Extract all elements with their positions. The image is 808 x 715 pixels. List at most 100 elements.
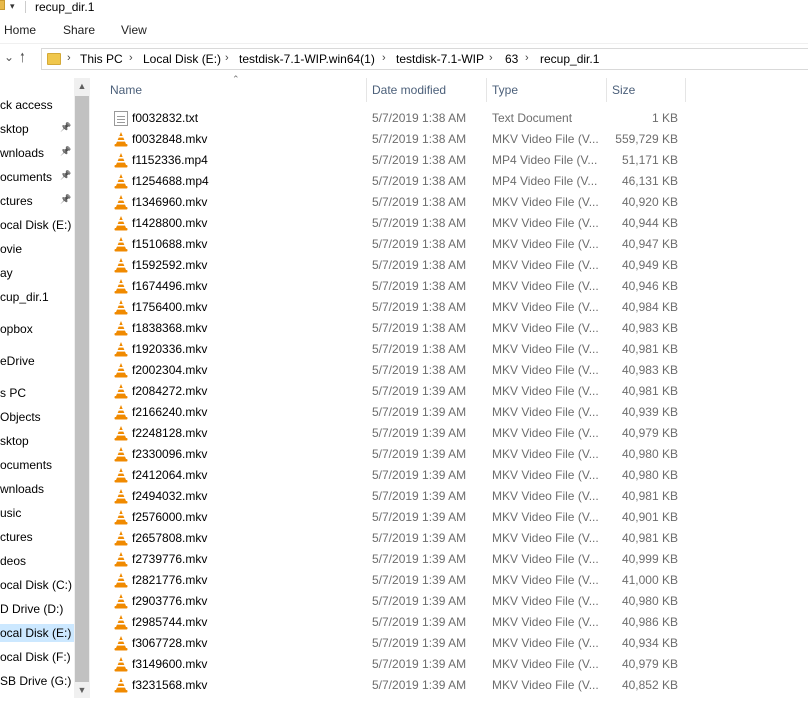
tab-share[interactable]: Share [63,23,95,37]
chevron-right-icon[interactable]: › [525,52,529,64]
pin-icon[interactable]: 📌 [60,194,71,205]
table-row[interactable]: f2084272.mkv 5/7/2019 1:39 AM MKV Video Fi… [110,381,690,402]
table-row[interactable]: f2002304.mkv 5/7/2019 1:38 AM MKV Video Fi… [110,360,690,381]
column-header-name[interactable]: Name [110,82,142,102]
column-divider[interactable] [606,78,607,102]
file-size: 40,947 KB [621,237,678,251]
up-arrow-icon[interactable]: 🠑 [20,49,25,71]
table-row[interactable]: f1254688.mp4 5/7/2019 1:38 AM MP4 Video Fi… [110,171,690,192]
pin-icon[interactable]: 📌 [60,146,71,157]
tab-home[interactable]: Home [4,23,36,37]
scroll-down-icon[interactable]: ▼ [74,682,90,698]
recent-locations-icon[interactable]: ⌄ [4,50,14,64]
nav-item[interactable]: Objects [0,408,41,426]
nav-item[interactable]: sktop [0,432,29,450]
table-row[interactable]: f2903776.mkv 5/7/2019 1:39 AM MKV Video Fi… [110,591,690,612]
table-row[interactable]: f1346960.mkv 5/7/2019 1:38 AM MKV Video Fi… [110,192,690,213]
table-row[interactable]: f1428800.mkv 5/7/2019 1:38 AM MKV Video Fi… [110,213,690,234]
nav-item[interactable]: ocal Disk (E:) [0,624,74,642]
table-row[interactable]: f0032848.mkv 5/7/2019 1:38 AM MKV Video Fi… [110,129,690,150]
nav-item[interactable]: s PC [0,384,26,402]
nav-item[interactable]: ocuments [0,168,52,186]
nav-item[interactable]: ocal Disk (E:) [0,216,71,234]
nav-item[interactable]: wnloads [0,144,44,162]
file-date: 5/7/2019 1:39 AM [372,531,467,545]
breadcrumb-testdisk[interactable]: testdisk-7.1-WIP [396,52,484,66]
table-row[interactable]: f1510688.mkv 5/7/2019 1:38 AM MKV Video Fi… [110,234,690,255]
vlc-cone-icon [114,258,128,273]
nav-item[interactable]: ctures [0,528,33,546]
table-row[interactable]: f0032832.txt 5/7/2019 1:38 AM Text Documen… [110,108,690,129]
nav-item[interactable]: wnloads [0,480,44,498]
column-header-date[interactable]: Date modified [372,82,446,102]
window-title: recup_dir.1 [35,0,95,14]
table-row[interactable]: f2494032.mkv 5/7/2019 1:39 AM MKV Video Fi… [110,486,690,507]
table-row[interactable]: f3067728.mkv 5/7/2019 1:39 AM MKV Video Fi… [110,633,690,654]
title-separator [25,1,26,13]
table-row[interactable]: f1674496.mkv 5/7/2019 1:38 AM MKV Video Fi… [110,276,690,297]
nav-item[interactable]: usic [0,504,21,522]
file-date: 5/7/2019 1:39 AM [372,636,467,650]
table-row[interactable]: f2330096.mkv 5/7/2019 1:39 AM MKV Video Fi… [110,444,690,465]
nav-item[interactable]: ck access [0,96,53,114]
column-header-type[interactable]: Type [492,82,518,102]
table-row[interactable]: f1756400.mkv 5/7/2019 1:38 AM MKV Video Fi… [110,297,690,318]
file-size: 40,984 KB [621,300,678,314]
file-type: MKV Video File (V... [492,510,599,524]
table-row[interactable]: f2985744.mkv 5/7/2019 1:39 AM MKV Video Fi… [110,612,690,633]
table-row[interactable]: f3231568.mkv 5/7/2019 1:39 AM MKV Video Fi… [110,675,690,696]
chevron-right-icon[interactable]: › [129,52,133,64]
column-divider[interactable] [366,78,367,102]
table-row[interactable]: f2248128.mkv 5/7/2019 1:39 AM MKV Video Fi… [110,423,690,444]
table-row[interactable]: f3149600.mkv 5/7/2019 1:39 AM MKV Video Fi… [110,654,690,675]
chevron-right-icon[interactable]: › [225,52,229,64]
table-row[interactable]: f2821776.mkv 5/7/2019 1:39 AM MKV Video Fi… [110,570,690,591]
nav-item[interactable]: ovie [0,240,22,258]
nav-item[interactable]: opbox [0,320,33,338]
breadcrumb-63[interactable]: 63 [505,52,518,66]
nav-item[interactable]: D Drive (D:) [0,600,63,618]
chevron-right-icon[interactable]: › [67,52,71,64]
scroll-up-icon[interactable]: ▲ [74,78,90,94]
nav-item[interactable]: sktop [0,120,29,138]
nav-item[interactable]: ay [0,264,13,282]
chevron-right-icon[interactable]: › [382,52,386,64]
nav-item[interactable]: ctures [0,192,33,210]
nav-item[interactable]: eDrive [0,352,35,370]
chevron-right-icon[interactable]: › [489,52,493,64]
table-row[interactable]: f2657808.mkv 5/7/2019 1:39 AM MKV Video Fi… [110,528,690,549]
table-row[interactable]: f2412064.mkv 5/7/2019 1:39 AM MKV Video Fi… [110,465,690,486]
folder-icon [47,53,61,65]
table-row[interactable]: f1920336.mkv 5/7/2019 1:38 AM MKV Video Fi… [110,339,690,360]
nav-item[interactable]: ocal Disk (F:) [0,648,71,666]
table-row[interactable]: f1592592.mkv 5/7/2019 1:38 AM MKV Video Fi… [110,255,690,276]
pin-icon[interactable]: 📌 [60,170,71,181]
table-row[interactable]: f2739776.mkv 5/7/2019 1:39 AM MKV Video Fi… [110,549,690,570]
table-row[interactable]: f2576000.mkv 5/7/2019 1:39 AM MKV Video Fi… [110,507,690,528]
nav-item[interactable]: SB Drive (G:) [0,672,71,690]
address-bar[interactable]: › This PC › Local Disk (E:) › testdisk-7… [41,48,808,70]
table-row[interactable]: f2166240.mkv 5/7/2019 1:39 AM MKV Video Fi… [110,402,690,423]
table-row[interactable]: f1152336.mp4 5/7/2019 1:38 AM MP4 Video Fi… [110,150,690,171]
breadcrumb-testdisk-win64[interactable]: testdisk-7.1-WIP.win64(1) [239,52,375,66]
breadcrumb-recup-dir[interactable]: recup_dir.1 [540,52,599,66]
quick-access-dropdown-icon[interactable]: ▾ [10,1,15,12]
nav-item[interactable]: deos [0,552,26,570]
column-divider[interactable] [685,78,686,102]
pin-icon[interactable]: 📌 [60,122,71,133]
nav-item[interactable]: ocal Disk (C:) [0,576,72,594]
table-row[interactable]: f1838368.mkv 5/7/2019 1:38 AM MKV Video Fi… [110,318,690,339]
nav-scrollbar-thumb[interactable] [75,96,89,682]
column-divider[interactable] [486,78,487,102]
breadcrumb-this-pc[interactable]: This PC [80,52,123,66]
breadcrumb-local-disk[interactable]: Local Disk (E:) [143,52,221,66]
file-size: 40,979 KB [621,426,678,440]
tab-view[interactable]: View [121,23,147,37]
column-header-size[interactable]: Size [612,82,635,102]
file-type: MKV Video File (V... [492,657,599,671]
nav-item[interactable]: ocuments [0,456,52,474]
nav-item[interactable]: cup_dir.1 [0,288,49,306]
file-size: 40,944 KB [621,216,678,230]
file-date: 5/7/2019 1:38 AM [372,237,467,251]
sort-ascending-icon: ⌃ [232,74,240,84]
